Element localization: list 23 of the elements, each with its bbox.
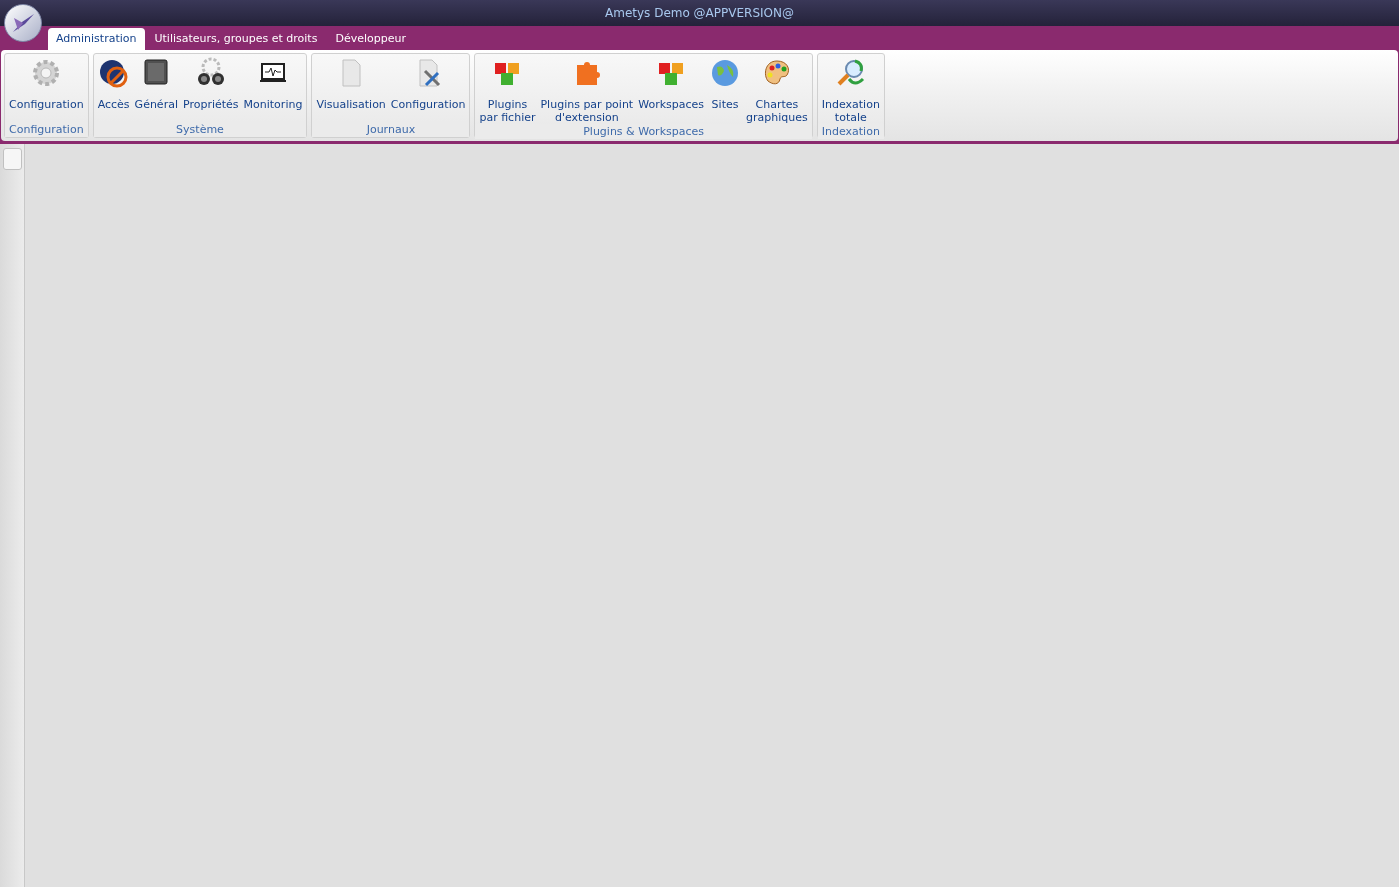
ribbon-button[interactable]: Visualisation — [314, 57, 388, 111]
ribbon-button[interactable]: Monitoring — [241, 57, 305, 111]
ribbon-button[interactable]: Sites — [707, 57, 744, 111]
ribbon-button[interactable]: Plugins par fichier — [477, 57, 538, 124]
ribbon-button[interactable]: Plugins par point d'extension — [538, 57, 636, 124]
ribbon-tab[interactable]: Utilisateurs, groupes et droits — [146, 28, 326, 50]
ribbon-tab[interactable]: Développeur — [327, 28, 414, 50]
ribbon-tab[interactable]: Administration — [48, 28, 145, 50]
ribbon-button[interactable]: Workspaces — [636, 57, 707, 111]
group-label: Plugins & Workspaces — [475, 124, 812, 139]
ribbon-button[interactable]: Accès — [95, 57, 132, 111]
window-title: Ametys Demo @APPVERSION@ — [605, 5, 794, 22]
ribbon-button[interactable]: Configuration — [7, 57, 86, 111]
ribbon-button[interactable]: Propriétés — [180, 57, 241, 111]
forbidden-sign-icon — [97, 57, 130, 89]
group-label: Journaux — [312, 122, 470, 137]
group-label: Système — [93, 122, 307, 137]
ribbon-button[interactable]: Chartes graphiques — [744, 57, 810, 124]
group-label: Configuration — [5, 122, 88, 137]
ribbon-button[interactable]: Indexation totale — [819, 57, 882, 124]
ribbon-button[interactable]: Général — [132, 57, 180, 111]
group-label: Indexation — [817, 124, 884, 139]
ribbon-button[interactable]: Configuration — [388, 57, 468, 111]
